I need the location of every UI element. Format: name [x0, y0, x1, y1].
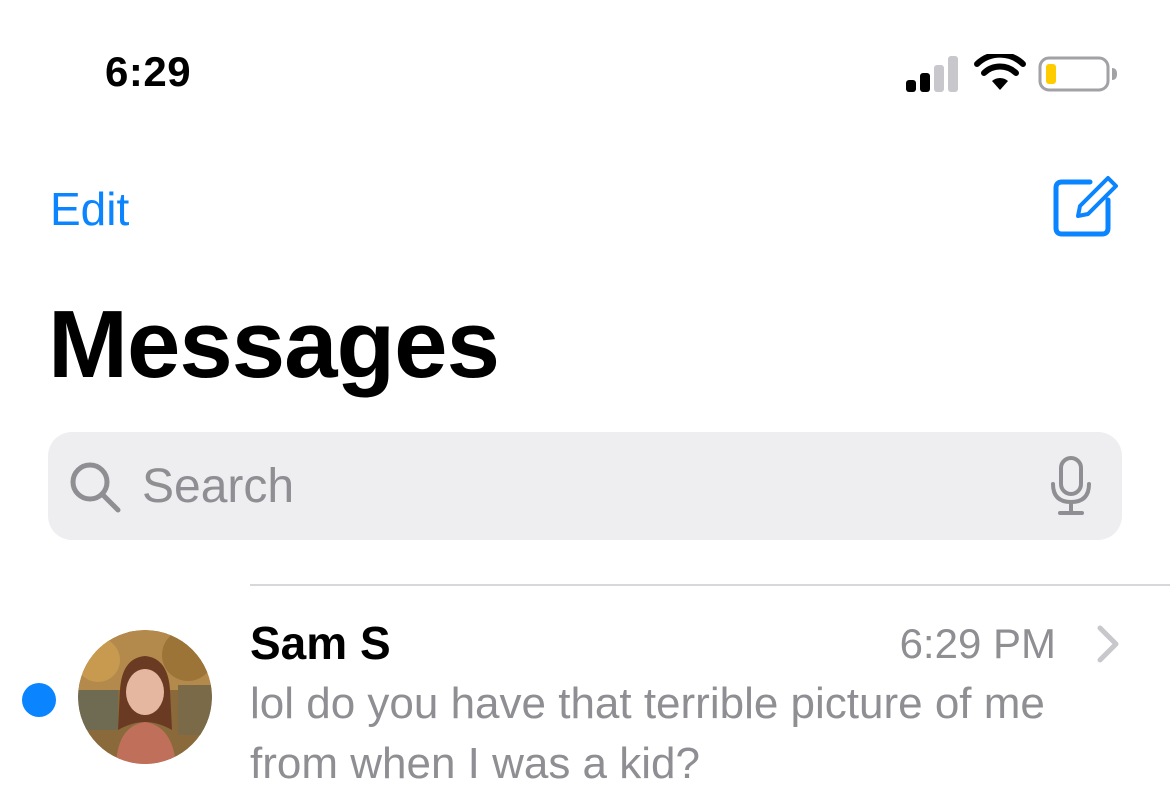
edit-button[interactable]: Edit: [50, 182, 129, 236]
contact-name: Sam S: [250, 617, 391, 669]
messages-screen: 6:29 Edit Messages Search Sam S 6:29 PM …: [0, 0, 1170, 802]
unread-indicator: [22, 683, 56, 717]
search-input[interactable]: [142, 454, 1022, 518]
wifi-icon: [974, 54, 1026, 90]
magnifier-icon: [70, 462, 121, 513]
compose-icon[interactable]: [1050, 170, 1120, 240]
microphone-icon[interactable]: [1048, 456, 1094, 516]
conversation-row[interactable]: Sam S 6:29 PM lol do you have that terri…: [0, 586, 1170, 802]
cellular-signal-icon: [906, 56, 958, 92]
message-timestamp: 6:29 PM: [899, 620, 1056, 667]
contact-avatar: [78, 630, 212, 764]
chevron-right-icon: [1097, 625, 1119, 663]
page-title: Messages: [48, 291, 500, 398]
status-time: 6:29: [105, 48, 192, 95]
battery-low-icon: [1038, 56, 1117, 92]
message-preview: lol do you have that terrible picture of…: [250, 679, 1045, 788]
search-bar[interactable]: [48, 432, 1122, 540]
